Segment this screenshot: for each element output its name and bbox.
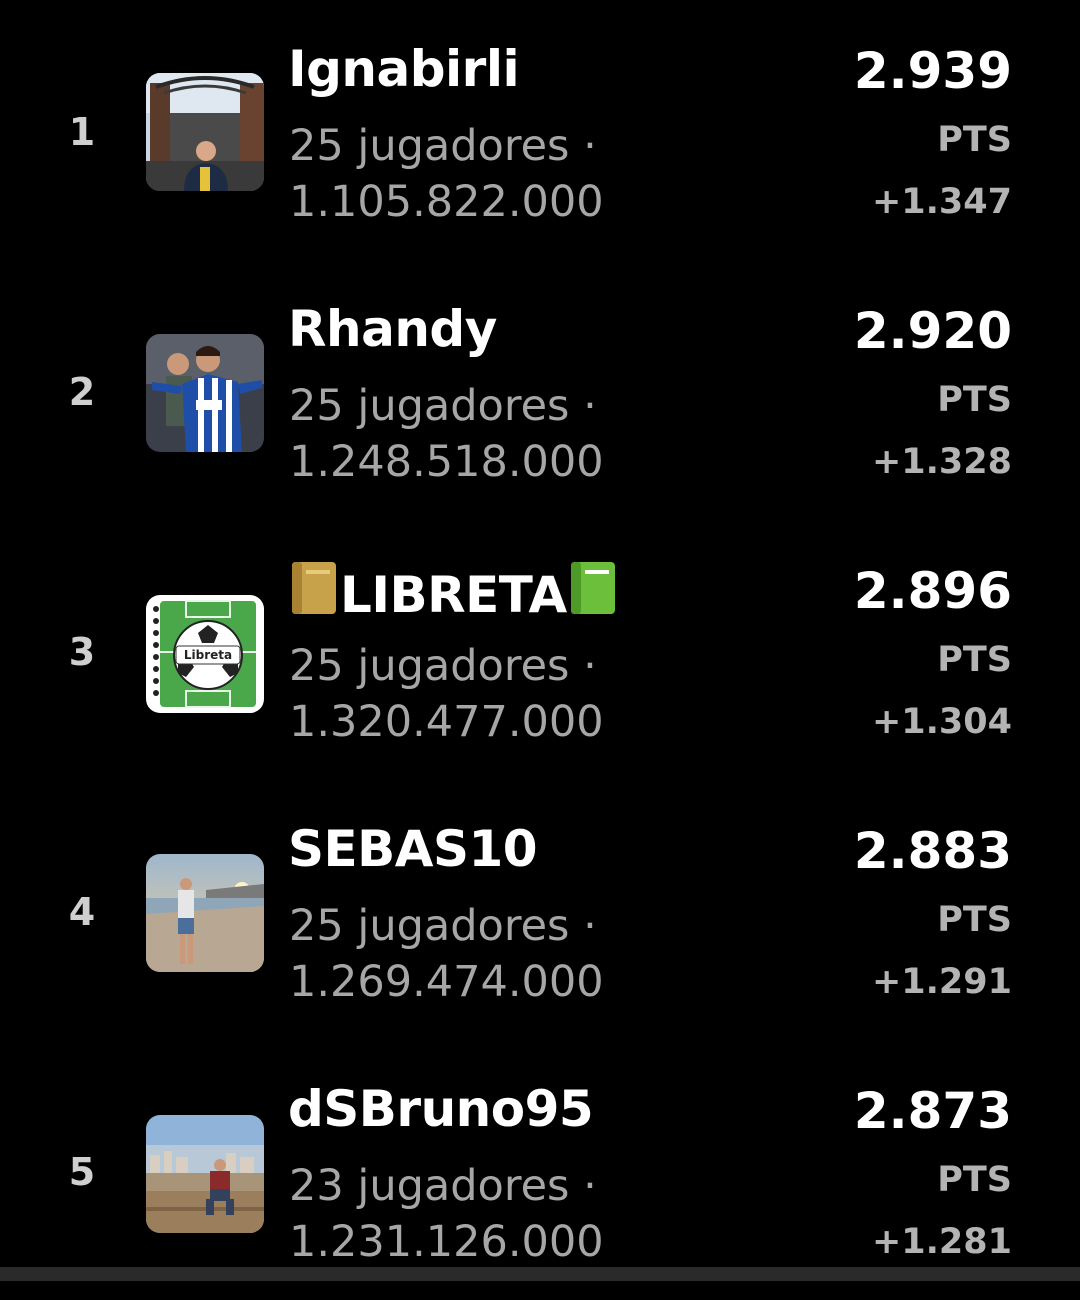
team-value: 1.248.518.000 <box>289 437 604 487</box>
ranking-row[interactable]: 5 dSBruno95 23 jugadores · 1.231.126.000… <box>0 1040 1080 1300</box>
team-name: LIBRETA <box>288 560 619 628</box>
team-value: 1.105.822.000 <box>289 177 604 227</box>
svg-text:Libreta: Libreta <box>184 648 232 662</box>
points-delta: +1.281 <box>871 1222 1012 1262</box>
team-name: SEBAS10 <box>288 820 538 878</box>
libreta-ball-logo-icon: Libreta <box>146 595 264 713</box>
rank-number: 2 <box>68 370 96 414</box>
notebook-green-icon <box>567 560 619 628</box>
team-value: 1.269.474.000 <box>289 957 604 1007</box>
team-name: Rhandy <box>288 300 497 358</box>
city-view-photo-icon <box>146 1115 264 1233</box>
avatar[interactable] <box>146 334 264 452</box>
points-delta: +1.328 <box>871 442 1012 482</box>
rank-number: 5 <box>68 1150 96 1194</box>
avatar[interactable] <box>146 854 264 972</box>
rank-number: 1 <box>68 110 96 154</box>
points-label: PTS <box>937 1160 1012 1200</box>
ranking-row[interactable]: 1 Ignabirli 25 jugadores · 1.105.822.000… <box>0 0 1080 260</box>
bottom-edge-bar <box>0 1267 1080 1281</box>
players-count: 25 jugadores · <box>289 381 597 431</box>
avatar[interactable] <box>146 73 264 191</box>
points-value: 2.883 <box>853 822 1012 880</box>
points-label: PTS <box>937 640 1012 680</box>
players-count: 25 jugadores · <box>289 901 597 951</box>
points-value: 2.920 <box>853 302 1012 360</box>
ranking-row[interactable]: 2 Rhandy 25 jugadores · 1.248.518.000 2.… <box>0 260 1080 520</box>
points-value: 2.873 <box>853 1082 1012 1140</box>
points-delta: +1.304 <box>871 702 1012 742</box>
team-name: Ignabirli <box>288 40 520 98</box>
team-value: 1.231.126.000 <box>289 1217 604 1267</box>
rank-number: 4 <box>68 890 96 934</box>
rank-number: 3 <box>68 630 96 674</box>
points-value: 2.896 <box>853 562 1012 620</box>
team-name-text: LIBRETA <box>340 566 567 624</box>
points-label: PTS <box>937 380 1012 420</box>
points-label: PTS <box>937 120 1012 160</box>
football-player-photo-icon <box>146 334 264 452</box>
points-delta: +1.291 <box>871 962 1012 1002</box>
team-value: 1.320.477.000 <box>289 697 604 747</box>
points-value: 2.939 <box>853 42 1012 100</box>
beach-sunset-photo-icon <box>146 854 264 972</box>
points-delta: +1.347 <box>871 182 1012 222</box>
avatar[interactable] <box>146 1115 264 1233</box>
notebook-yellow-icon <box>288 560 340 628</box>
stadium-gate-photo-icon <box>146 73 264 191</box>
points-label: PTS <box>937 900 1012 940</box>
ranking-row[interactable]: 3 Libreta LIBRETA 25 jugadores · 1.320.4… <box>0 520 1080 780</box>
ranking-row[interactable]: 4 SEBAS10 25 jugadores · 1.269.474.000 2… <box>0 780 1080 1040</box>
players-count: 25 jugadores · <box>289 641 597 691</box>
avatar[interactable]: Libreta <box>146 595 264 713</box>
players-count: 25 jugadores · <box>289 121 597 171</box>
team-name: dSBruno95 <box>288 1080 594 1138</box>
players-count: 23 jugadores · <box>289 1161 597 1211</box>
